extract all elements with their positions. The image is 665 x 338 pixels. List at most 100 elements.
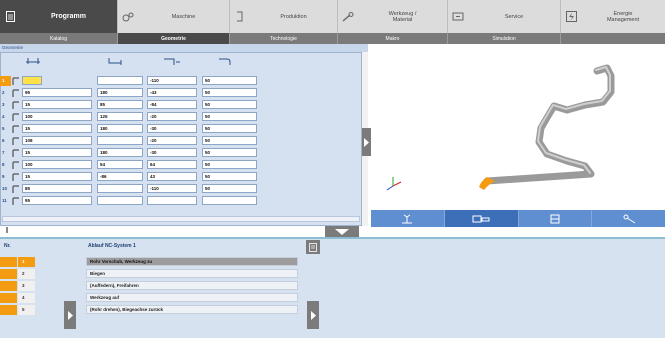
table-cell[interactable]: -20	[147, 136, 197, 145]
table-cell[interactable]: 15	[22, 124, 92, 133]
table-cell[interactable]: 15	[22, 172, 92, 181]
table-cell[interactable]: -30	[147, 148, 197, 157]
table-cell[interactable]: -110	[147, 184, 197, 193]
nav-produktion[interactable]: Produktion	[230, 0, 338, 33]
table-cell[interactable]: 100	[22, 112, 92, 121]
tab-geometrie[interactable]: Geometrie	[118, 33, 230, 44]
sequence-next-button[interactable]	[307, 301, 319, 329]
table-cell[interactable]: 180	[97, 88, 143, 97]
tool-view-button[interactable]	[592, 210, 665, 227]
tube-3d-viewer[interactable]	[371, 44, 665, 210]
table-cell[interactable]: 50	[202, 88, 257, 97]
table-cell[interactable]: -43	[147, 88, 197, 97]
table-cell[interactable]: 180	[97, 148, 143, 157]
table-cell[interactable]: 50	[202, 76, 257, 85]
table-row[interactable]: 6 108 -20 50	[0, 136, 362, 146]
sequence-row-number[interactable]: 4	[0, 293, 36, 303]
table-cell[interactable]	[97, 196, 143, 205]
table-cell[interactable]: 43	[147, 172, 197, 181]
sequence-step-text[interactable]: Biegen	[86, 269, 298, 278]
table-cell[interactable]: 50	[202, 112, 257, 121]
table-row[interactable]: 1 -110 50	[0, 76, 362, 86]
table-cell[interactable]: 54	[97, 160, 143, 169]
table-cell[interactable]	[97, 136, 143, 145]
sequence-step-text[interactable]: Rohr Vorschub, Werkzeug zu	[86, 257, 298, 266]
table-cell[interactable]: 15	[22, 148, 92, 157]
document-icon	[0, 11, 20, 22]
horizontal-scrollbar[interactable]	[2, 216, 360, 222]
table-cell[interactable]	[22, 76, 42, 85]
table-cell[interactable]	[202, 196, 257, 205]
table-cell[interactable]: 95	[22, 88, 92, 97]
layers-view-button[interactable]	[519, 210, 593, 227]
camera-view-button[interactable]	[444, 210, 519, 227]
table-cell[interactable]	[97, 76, 143, 85]
table-row[interactable]: 10 85 -110 50	[0, 184, 362, 194]
table-cell[interactable]: 50	[202, 184, 257, 193]
table-cell[interactable]: -30	[147, 124, 197, 133]
table-cell[interactable]: 50	[202, 148, 257, 157]
column-header-bend[interactable]	[107, 55, 127, 67]
table-cell[interactable]: 15	[22, 100, 92, 109]
table-cell[interactable]: 64	[147, 160, 197, 169]
bend-machine-view-button[interactable]	[371, 210, 445, 227]
tab-katalog[interactable]: Katalog	[0, 33, 118, 44]
table-cell[interactable]: 50	[202, 172, 257, 181]
nav-programm[interactable]: Programm	[0, 0, 118, 33]
table-cell[interactable]: -84	[147, 100, 197, 109]
table-row[interactable]: 7 15 180 -30 50	[0, 148, 362, 158]
sequence-document-button[interactable]	[306, 240, 320, 254]
table-cell[interactable]: 50	[202, 136, 257, 145]
table-cell[interactable]: 85	[97, 100, 143, 109]
table-cell[interactable]: 180	[97, 124, 143, 133]
table-cell[interactable]: 95	[22, 196, 92, 205]
expand-panel-button[interactable]	[362, 128, 371, 156]
sequence-step-text[interactable]: (Auffedern), Freifahren	[86, 281, 298, 290]
table-cell[interactable]: 50	[202, 124, 257, 133]
distance-icon	[26, 58, 40, 64]
table-cell[interactable]: -110	[147, 76, 197, 85]
table-row[interactable]: 3 15 85 -84 50	[0, 100, 362, 110]
nav-maschine[interactable]: Maschine	[118, 0, 230, 33]
nav-label: Produktion	[280, 13, 307, 20]
table-cell[interactable]	[147, 196, 197, 205]
column-header-rotation[interactable]	[162, 55, 182, 67]
tab-simulation[interactable]: Simulation	[448, 33, 561, 44]
table-cell[interactable]: 108	[22, 136, 92, 145]
nav-service[interactable]: Service	[448, 0, 561, 33]
tab-makro[interactable]: Makro	[338, 33, 448, 44]
table-cell[interactable]: -20	[147, 112, 197, 121]
table-row[interactable]: 9 15 -86 43 50	[0, 172, 362, 182]
column-header-radius[interactable]	[217, 55, 237, 67]
table-cell[interactable]	[97, 184, 143, 193]
sequence-row-number[interactable]: 2	[0, 269, 36, 279]
sequence-row-number[interactable]: 1	[0, 257, 36, 267]
table-row[interactable]: 8 100 54 64 50	[0, 160, 362, 170]
geometry-title: Geometrie	[0, 44, 368, 52]
table-cell[interactable]: 85	[22, 184, 92, 193]
column-header-distance[interactable]	[24, 55, 44, 67]
sequence-step-text[interactable]: Werkzeug auf	[86, 293, 298, 302]
tab-technologie[interactable]: Technologie	[230, 33, 338, 44]
row-number: 7	[2, 150, 5, 155]
sequence-prev-button[interactable]	[64, 301, 76, 329]
table-row[interactable]: 11 95	[0, 196, 362, 206]
tab-empty[interactable]	[561, 33, 665, 44]
collapse-panel-button[interactable]	[325, 226, 359, 237]
energy-icon	[561, 11, 581, 22]
table-cell[interactable]: 100	[22, 160, 92, 169]
sequence-row-number[interactable]: 3	[0, 281, 36, 291]
table-cell[interactable]: 50	[202, 100, 257, 109]
table-cell[interactable]: -86	[97, 172, 143, 181]
row-number: 1	[0, 76, 11, 86]
nav-werkzeug-material[interactable]: Werkzeug / Material	[338, 0, 448, 33]
sequence-row-number[interactable]: 5	[0, 305, 36, 315]
table-cell[interactable]: 50	[202, 160, 257, 169]
sequence-step-text[interactable]: (Rohr drehen), Biegeachse zurück	[86, 305, 298, 314]
table-row[interactable]: 4 100 125 -20 50	[0, 112, 362, 122]
table-row[interactable]: 2 95 180 -43 50	[0, 88, 362, 98]
nav-energie-management[interactable]: Energie Management	[561, 0, 665, 33]
table-cell[interactable]: 125	[97, 112, 143, 121]
table-row[interactable]: 5 15 180 -30 50	[0, 124, 362, 134]
chevron-down-icon	[335, 228, 349, 235]
